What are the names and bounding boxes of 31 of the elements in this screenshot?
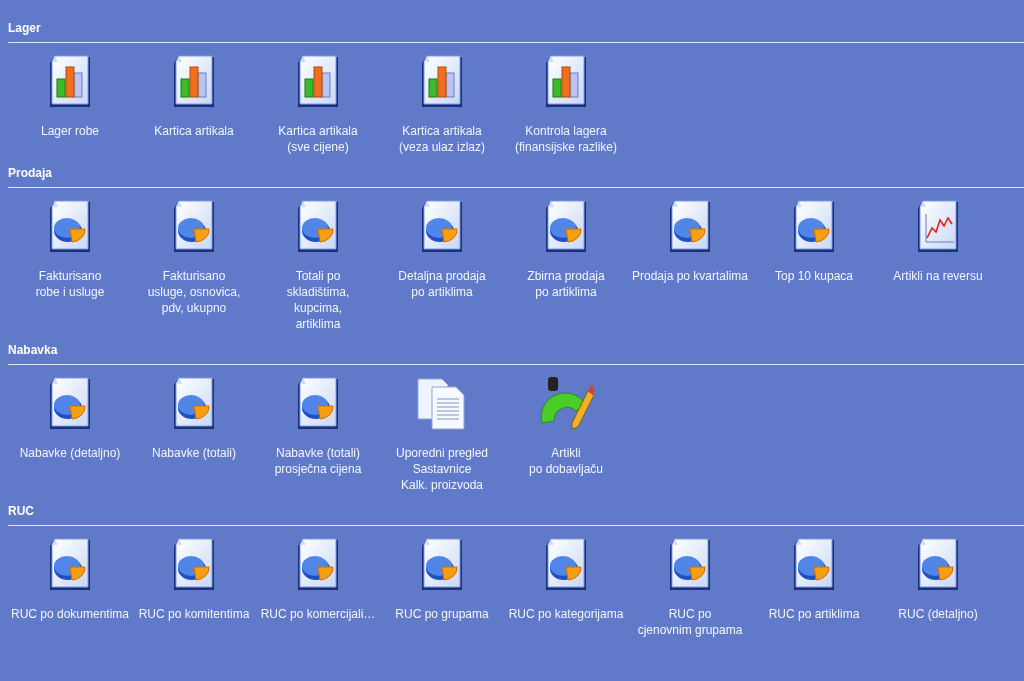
report-link[interactable]: Totali po skladištima, kupcima, artiklima: [286, 268, 350, 332]
section-title: Nabavka: [8, 342, 59, 358]
report-link[interactable]: Fakturisano usluge, osnovica, pdv, ukupno: [147, 268, 241, 316]
report-link[interactable]: RUC po dokumentima: [10, 606, 130, 622]
report-link[interactable]: Kartica artikala (sve cijene): [278, 123, 358, 155]
section-title: Lager: [8, 20, 42, 36]
report-link[interactable]: Kontrola lagera (finansijske razlike): [515, 123, 617, 155]
report-link[interactable]: Nabavke (detaljno): [19, 445, 121, 461]
protractor-and-pencil-icon: [538, 375, 594, 431]
report-link[interactable]: Kartica artikala: [154, 123, 234, 139]
section-title: Prodaja: [8, 165, 53, 181]
report-link[interactable]: RUC po cjenovnim grupama: [637, 606, 743, 638]
report-link[interactable]: Zbirna prodaja po artiklima: [527, 268, 605, 300]
section-title: RUC: [8, 503, 35, 519]
report-link[interactable]: Lager robe: [40, 123, 99, 139]
report-link[interactable]: Detaljna prodaja po artiklima: [398, 268, 486, 300]
report-link[interactable]: Nabavke (totali) prosječna cijena: [274, 445, 362, 477]
report-link[interactable]: Fakturisano robe i usluge: [35, 268, 105, 300]
report-link[interactable]: RUC po komercijali…: [260, 606, 376, 622]
report-link[interactable]: RUC (detaljno): [898, 606, 978, 622]
report-link[interactable]: RUC po artiklima: [768, 606, 860, 622]
report-link[interactable]: RUC po kategorijama: [508, 606, 624, 622]
report-link[interactable]: Artikli na reversu: [893, 268, 983, 284]
report-link[interactable]: Top 10 kupaca: [774, 268, 854, 284]
report-link[interactable]: RUC po grupama: [395, 606, 489, 622]
report-link[interactable]: Kartica artikala (veza ulaz izlaz): [399, 123, 485, 155]
report-link[interactable]: RUC po komitentima: [138, 606, 250, 622]
report-link[interactable]: Nabavke (totali): [151, 445, 236, 461]
report-link[interactable]: Artikli po dobavljaču: [528, 445, 604, 477]
report-link[interactable]: Prodaja po kvartalima: [631, 268, 749, 284]
report-link[interactable]: Uporedni pregled Sastavnice Kalk. proizvoda: [395, 445, 489, 493]
